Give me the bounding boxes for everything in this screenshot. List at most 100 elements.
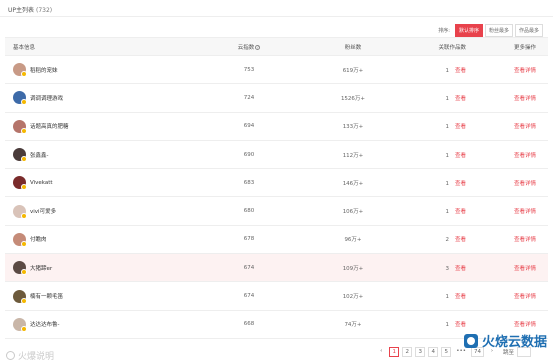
op-cell: 查看详情 bbox=[470, 66, 548, 74]
table-row: 大猪蹄er 674 109万+ 3 查看 查看详情 bbox=[5, 254, 548, 283]
cloud-index: 724 bbox=[243, 94, 255, 101]
watermark-left-text: 火爆说明 bbox=[18, 352, 55, 362]
page-5[interactable]: 5 bbox=[441, 347, 452, 357]
divider bbox=[0, 16, 553, 17]
up-name[interactable]: 话题高真的肥糖 bbox=[30, 122, 69, 130]
view-works-link[interactable]: 查看 bbox=[455, 322, 466, 328]
works-cell: 1 查看 bbox=[413, 66, 470, 74]
watermark-right: 火烧云数据 bbox=[463, 331, 547, 350]
view-detail-link[interactable]: 查看详情 bbox=[514, 96, 536, 102]
cloud-index: 668 bbox=[243, 321, 255, 328]
view-works-link[interactable]: 查看 bbox=[455, 294, 466, 300]
view-works-link[interactable]: 查看 bbox=[455, 68, 466, 74]
table-row: 调调调理游戏 724 1526万+ 1 查看 查看详情 bbox=[5, 84, 548, 113]
view-works-link[interactable]: 查看 bbox=[455, 237, 466, 243]
sort-label: 排序: bbox=[438, 28, 450, 34]
table-body: 稻稻的宠妹 753 619万+ 1 查看 查看详情 调调调理游戏 724 1526万+ 1 查看 查看… bbox=[5, 56, 548, 339]
header-info: 基本信息 bbox=[13, 44, 36, 51]
fans-count: 74万+ bbox=[344, 322, 362, 329]
view-detail-link[interactable]: 查看详情 bbox=[514, 209, 536, 215]
view-works-link[interactable]: 查看 bbox=[455, 96, 466, 102]
works-cell: 1 查看 bbox=[413, 94, 470, 102]
works-count: 3 bbox=[445, 265, 449, 272]
view-detail-link[interactable]: 查看详情 bbox=[514, 322, 536, 328]
avatar[interactable] bbox=[13, 91, 27, 106]
page-2[interactable]: 2 bbox=[402, 347, 413, 357]
avatar[interactable] bbox=[13, 148, 27, 163]
op-cell: 查看详情 bbox=[470, 264, 548, 272]
works-cell: 1 查看 bbox=[413, 292, 470, 300]
op-cell: 查看详情 bbox=[470, 122, 548, 130]
op-cell: 查看详情 bbox=[470, 151, 548, 159]
avatar[interactable] bbox=[13, 176, 27, 191]
table-row: 话题高真的肥糖 694 133万+ 1 查看 查看详情 bbox=[5, 113, 548, 141]
op-cell: 查看详情 bbox=[470, 179, 548, 187]
page-1[interactable]: 1 bbox=[389, 347, 400, 357]
cloud-index: 678 bbox=[243, 236, 255, 243]
view-works-link[interactable]: 查看 bbox=[455, 153, 466, 159]
fans-count: 133万+ bbox=[342, 124, 364, 131]
cloud-index: 694 bbox=[243, 123, 255, 130]
up-name[interactable]: 调调调理游戏 bbox=[30, 94, 63, 102]
avatar[interactable] bbox=[13, 232, 27, 247]
view-detail-link[interactable]: 查看详情 bbox=[514, 294, 536, 300]
avatar[interactable] bbox=[13, 204, 27, 219]
table-row: vivi可爱多 680 106万+ 1 查看 查看详情 bbox=[5, 197, 548, 226]
op-cell: 查看详情 bbox=[470, 292, 548, 300]
works-count: 1 bbox=[445, 124, 449, 131]
brand-logo-icon bbox=[463, 333, 478, 348]
up-name[interactable]: vivi可爱多 bbox=[30, 207, 56, 215]
row-info: 达达达布鲁- bbox=[5, 317, 205, 332]
up-name[interactable]: 张鑫鑫- bbox=[30, 151, 49, 159]
page-3[interactable]: 3 bbox=[415, 347, 426, 357]
view-detail-link[interactable]: 查看详情 bbox=[514, 124, 536, 130]
view-works-link[interactable]: 查看 bbox=[455, 266, 466, 272]
table-row: 付瞻肉 678 96万+ 2 查看 查看详情 bbox=[5, 226, 548, 255]
sort-fans-button[interactable]: 粉丝最多 bbox=[484, 24, 513, 37]
cloud-index: 680 bbox=[243, 208, 255, 215]
up-name[interactable]: 付瞻肉 bbox=[30, 235, 47, 243]
works-cell: 1 查看 bbox=[413, 207, 470, 215]
works-count: 1 bbox=[445, 152, 449, 159]
view-works-link[interactable]: 查看 bbox=[455, 181, 466, 187]
view-detail-link[interactable]: 查看详情 bbox=[514, 153, 536, 159]
prev-page-button[interactable]: ‹ bbox=[376, 347, 386, 357]
works-count: 1 bbox=[445, 322, 449, 329]
works-count: 1 bbox=[445, 180, 449, 187]
works-cell: 1 查看 bbox=[413, 122, 470, 130]
up-name[interactable]: 大猪蹄er bbox=[30, 264, 52, 272]
row-info: 张鑫鑫- bbox=[5, 148, 205, 163]
page-title: UP主列表 (732) bbox=[8, 5, 52, 14]
works-cell: 3 查看 bbox=[413, 264, 470, 272]
view-detail-link[interactable]: 查看详情 bbox=[514, 181, 536, 187]
view-works-link[interactable]: 查看 bbox=[455, 209, 466, 215]
works-count: 1 bbox=[445, 209, 449, 216]
table-row: 楠有一颗毛笛 674 102万+ 1 查看 查看详情 bbox=[5, 282, 548, 311]
avatar[interactable] bbox=[13, 289, 27, 304]
page-4[interactable]: 4 bbox=[428, 347, 439, 357]
op-cell: 查看详情 bbox=[470, 94, 548, 102]
sort-bar: 排序: 默认排序 粉丝最多 作品最多 bbox=[438, 24, 543, 37]
works-count: 2 bbox=[445, 237, 449, 244]
view-detail-link[interactable]: 查看详情 bbox=[514, 68, 536, 74]
avatar[interactable] bbox=[13, 317, 27, 332]
sort-works-button[interactable]: 作品最多 bbox=[514, 24, 543, 37]
help-icon[interactable]: ? bbox=[255, 44, 261, 50]
view-detail-link[interactable]: 查看详情 bbox=[514, 237, 536, 243]
avatar[interactable] bbox=[13, 63, 27, 78]
row-info: vivi可爱多 bbox=[5, 204, 205, 219]
avatar[interactable] bbox=[13, 261, 27, 276]
up-name[interactable]: 达达达布鲁- bbox=[30, 320, 60, 328]
cloud-index: 674 bbox=[243, 293, 255, 300]
up-name[interactable]: 稻稻的宠妹 bbox=[30, 66, 58, 74]
sort-default-button[interactable]: 默认排序 bbox=[454, 24, 483, 37]
view-detail-link[interactable]: 查看详情 bbox=[514, 266, 536, 272]
fans-count: 146万+ bbox=[342, 180, 364, 187]
up-name[interactable]: 楠有一颗毛笛 bbox=[30, 292, 63, 300]
view-works-link[interactable]: 查看 bbox=[455, 124, 466, 130]
up-name[interactable]: Vivekatt bbox=[30, 180, 53, 186]
row-info: 付瞻肉 bbox=[5, 232, 205, 247]
works-count: 1 bbox=[445, 294, 449, 301]
avatar[interactable] bbox=[13, 119, 27, 134]
row-info: 稻稻的宠妹 bbox=[5, 63, 205, 78]
